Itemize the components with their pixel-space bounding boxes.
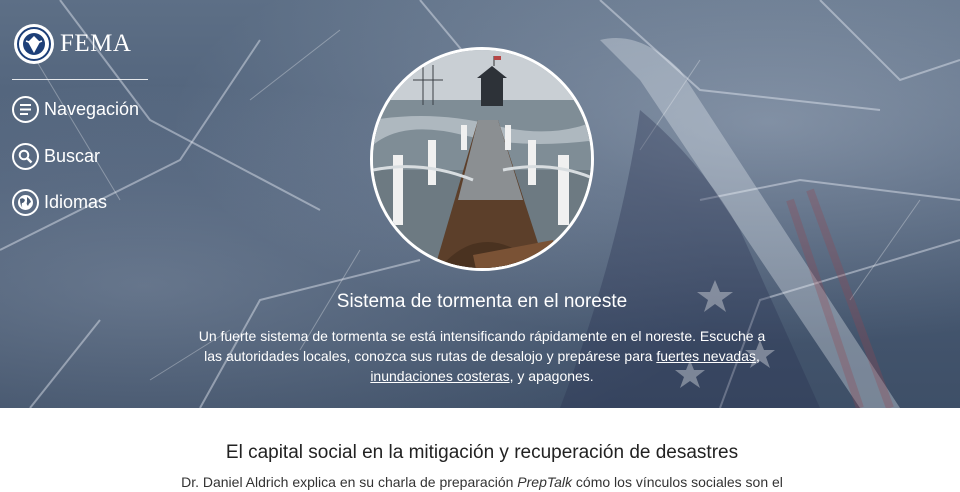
dhs-seal-icon <box>14 24 54 64</box>
preptalk-emphasis: PrepTalk <box>517 474 573 490</box>
feature-description: Dr. Daniel Aldrich explica en su charla … <box>0 474 960 490</box>
nav-label: Navegación <box>44 99 140 119</box>
header-divider <box>12 79 148 80</box>
nav-label: Buscar <box>44 146 101 166</box>
feature-text-part: Dr. Daniel Aldrich explica en su charla … <box>181 474 518 490</box>
link-inundaciones-costeras[interactable]: inundaciones costeras <box>370 368 509 384</box>
menu-icon <box>12 96 39 123</box>
hero-description: Un fuerte sistema de tormenta se está in… <box>198 326 766 386</box>
nav-button-navegacion[interactable]: Navegación <box>12 96 139 123</box>
hero-banner: FEMA Navegación Buscar Idiomas Sistema d… <box>0 0 960 408</box>
search-icon <box>12 143 39 170</box>
hero-title: Sistema de tormenta en el noreste <box>336 291 628 312</box>
fema-logo[interactable]: FEMA <box>14 24 131 64</box>
globe-icon <box>12 189 39 216</box>
nav-label: Idiomas <box>44 192 108 212</box>
storm-photo <box>370 47 594 271</box>
logo-text: FEMA <box>60 30 132 57</box>
hero-text-part: , y apagones. <box>509 368 594 384</box>
nav-button-buscar[interactable]: Buscar <box>12 143 100 170</box>
feature-title: El capital social en la mitigación y rec… <box>225 442 739 463</box>
link-fuertes-nevadas[interactable]: fuertes nevadas <box>656 348 756 364</box>
hero-text-part: , <box>755 348 760 364</box>
feature-text-part: cómo los vínculos sociales son el <box>572 474 783 490</box>
nav-button-idiomas[interactable]: Idiomas <box>12 189 107 216</box>
